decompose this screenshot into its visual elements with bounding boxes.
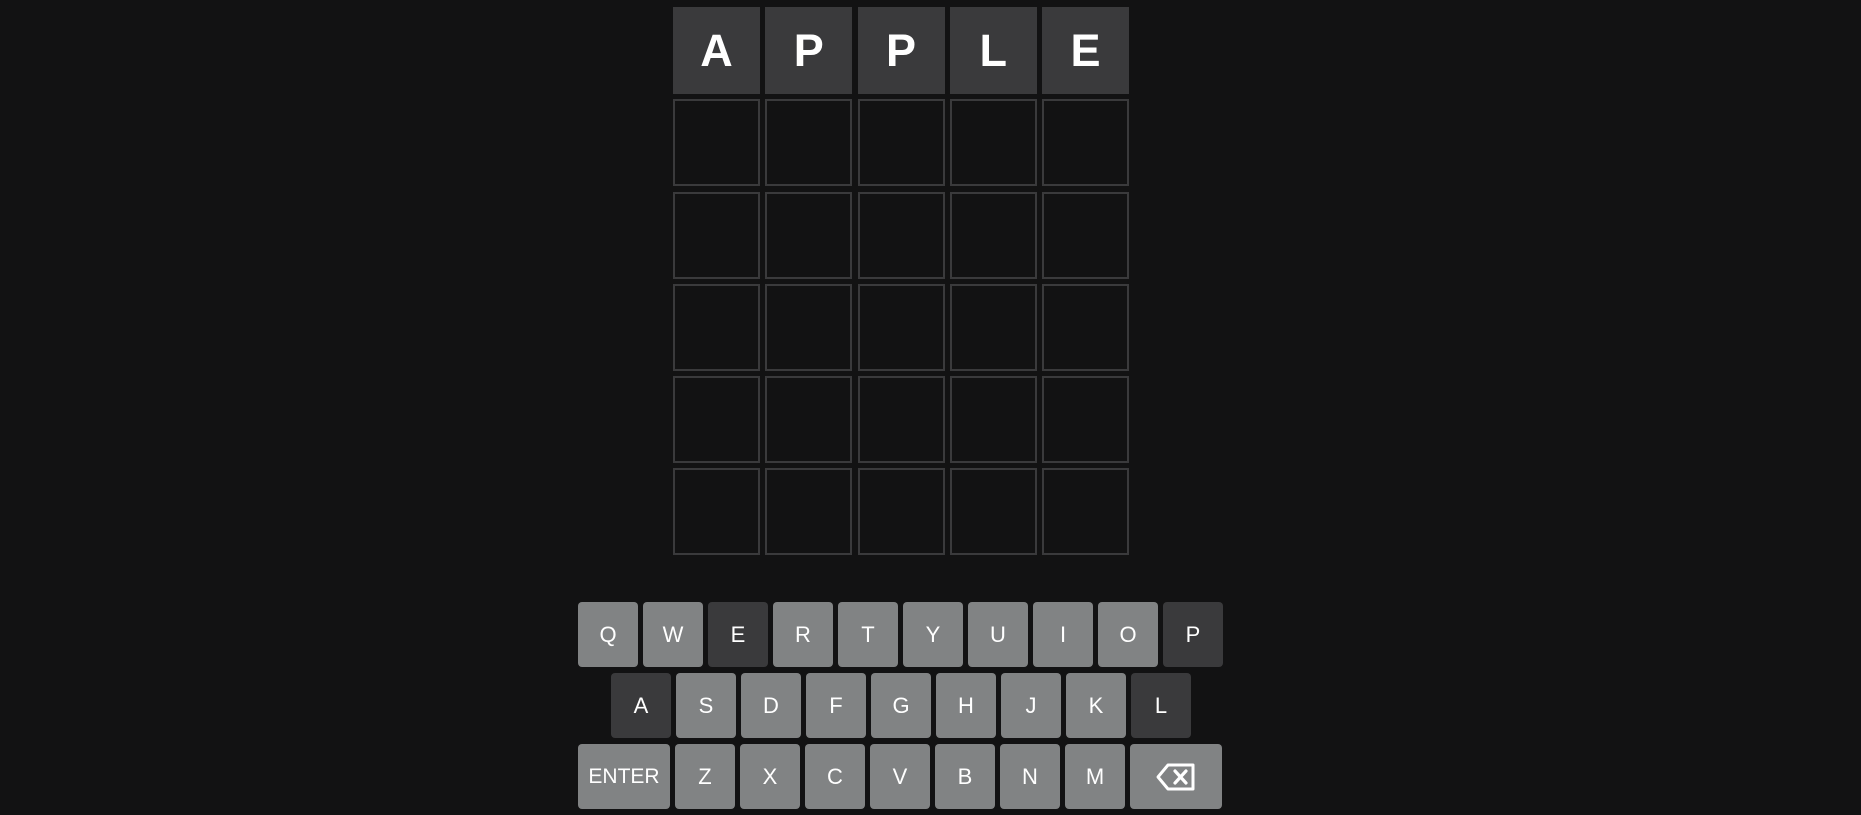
key-y[interactable]: Y: [903, 602, 963, 667]
backspace-button[interactable]: [1130, 744, 1222, 809]
tile: [857, 468, 945, 556]
key-q[interactable]: Q: [578, 602, 638, 667]
keyboard-row-1: Q W E R T Y U I O P: [578, 602, 1224, 667]
tile: [857, 99, 945, 187]
backspace-icon: [1156, 763, 1196, 791]
tile: [1042, 99, 1129, 187]
enter-button[interactable]: ENTER: [578, 744, 670, 809]
tile: A: [673, 7, 760, 94]
keyboard: Q W E R T Y U I O P A S D F G H J K L EN…: [578, 602, 1224, 815]
tile: [949, 468, 1037, 556]
tile: [765, 99, 853, 187]
tile: [673, 468, 760, 556]
key-u[interactable]: U: [968, 602, 1028, 667]
key-s[interactable]: S: [676, 673, 736, 738]
tile: [765, 283, 853, 371]
key-t[interactable]: T: [838, 602, 898, 667]
game-board: A P P L E: [673, 7, 1129, 556]
tile: [765, 191, 853, 279]
tile: E: [1042, 7, 1129, 94]
tile: [1042, 283, 1129, 371]
tile: [949, 376, 1037, 463]
tile: L: [949, 7, 1037, 94]
tile: [949, 99, 1037, 187]
tile: [949, 283, 1037, 371]
tile: [673, 99, 760, 187]
key-d[interactable]: D: [741, 673, 801, 738]
tile: [673, 191, 760, 279]
tile: [949, 191, 1037, 279]
tile: [857, 376, 945, 463]
key-f[interactable]: F: [806, 673, 866, 738]
key-m[interactable]: M: [1065, 744, 1125, 809]
key-p[interactable]: P: [1163, 602, 1223, 667]
key-c[interactable]: C: [805, 744, 865, 809]
tile: [1042, 376, 1129, 463]
key-v[interactable]: V: [870, 744, 930, 809]
tile: P: [765, 7, 853, 94]
key-o[interactable]: O: [1098, 602, 1158, 667]
key-g[interactable]: G: [871, 673, 931, 738]
tile: [1042, 191, 1129, 279]
key-w[interactable]: W: [643, 602, 703, 667]
keyboard-row-2: A S D F G H J K L: [578, 673, 1224, 738]
key-l[interactable]: L: [1131, 673, 1191, 738]
key-j[interactable]: J: [1001, 673, 1061, 738]
tile: [857, 191, 945, 279]
key-e[interactable]: E: [708, 602, 768, 667]
tile: P: [857, 7, 945, 94]
keyboard-row-3: ENTER Z X C V B N M: [578, 744, 1224, 809]
tile: [857, 283, 945, 371]
key-a[interactable]: A: [611, 673, 671, 738]
key-k[interactable]: K: [1066, 673, 1126, 738]
key-r[interactable]: R: [773, 602, 833, 667]
key-i[interactable]: I: [1033, 602, 1093, 667]
key-n[interactable]: N: [1000, 744, 1060, 809]
tile: [673, 283, 760, 371]
tile: [765, 468, 853, 556]
tile: [1042, 468, 1129, 556]
key-z[interactable]: Z: [675, 744, 735, 809]
key-h[interactable]: H: [936, 673, 996, 738]
tile: [765, 376, 853, 463]
key-x[interactable]: X: [740, 744, 800, 809]
tile: [673, 376, 760, 463]
key-b[interactable]: B: [935, 744, 995, 809]
